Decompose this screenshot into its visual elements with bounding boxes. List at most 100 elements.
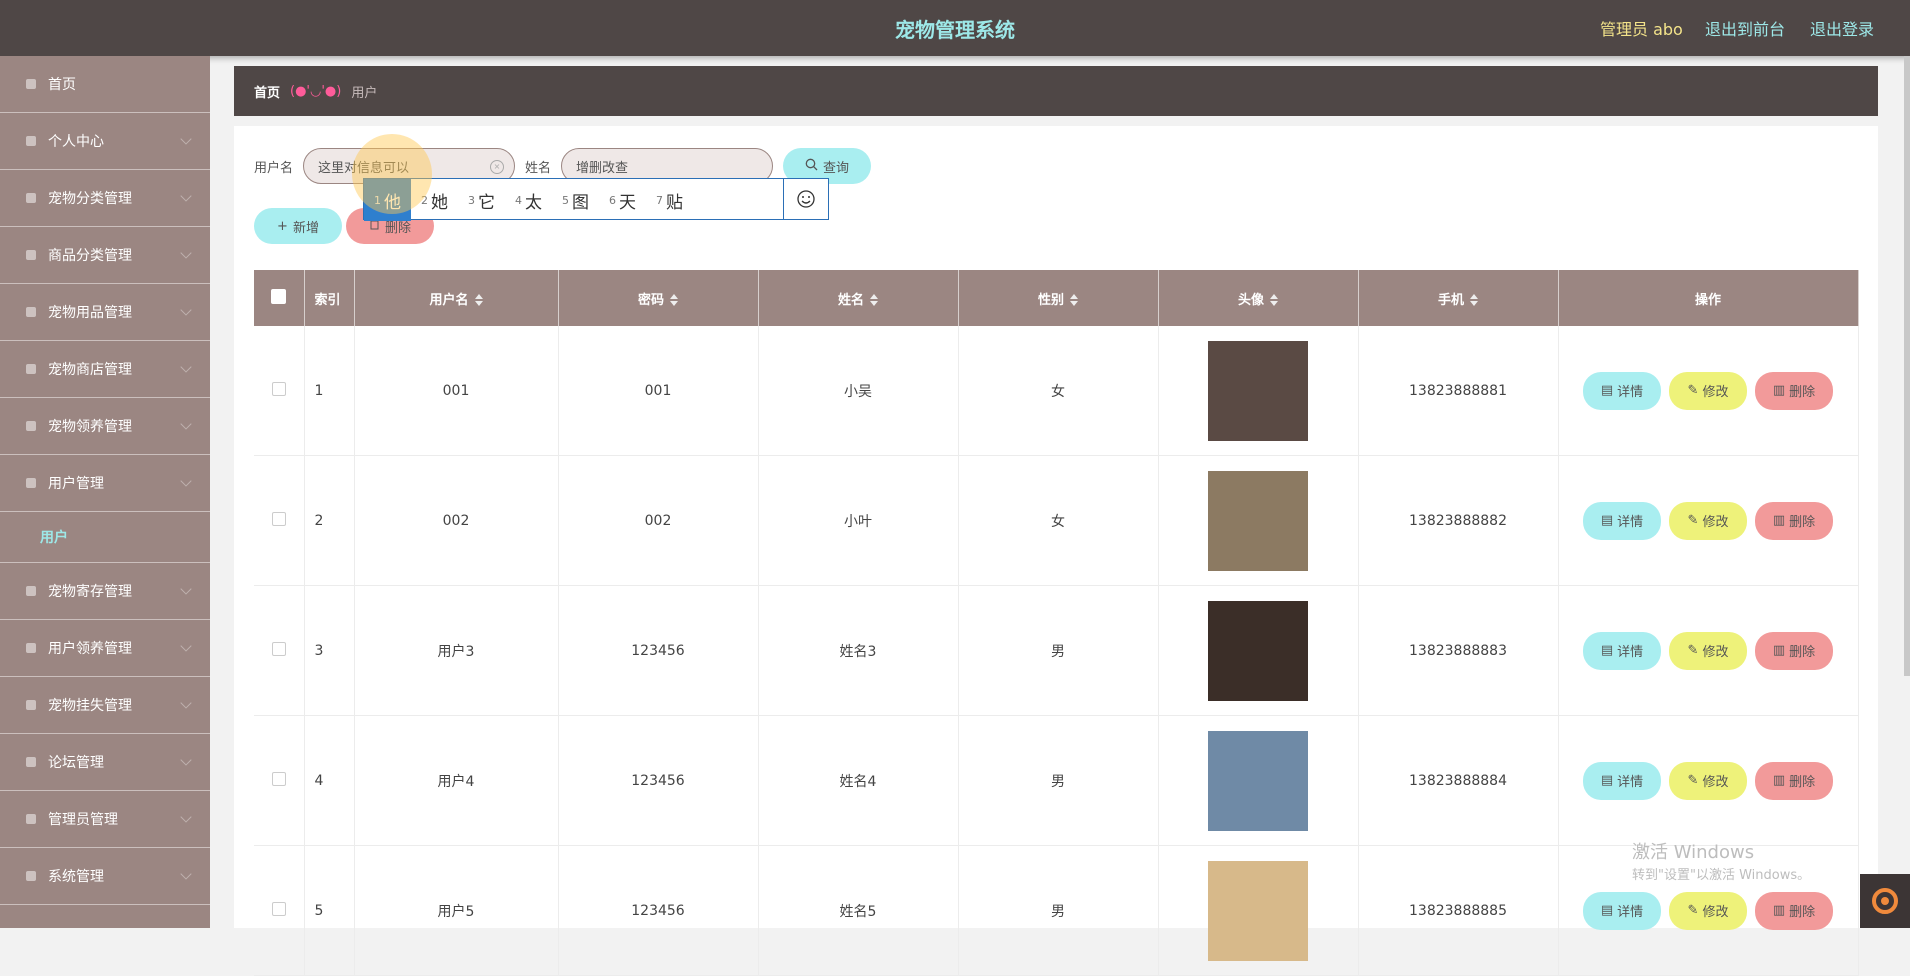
- edit-button[interactable]: ✎ 修改: [1669, 501, 1747, 540]
- trash-icon: ▥: [1772, 643, 1786, 658]
- column-header[interactable]: 头像: [1158, 270, 1359, 326]
- row-checkbox[interactable]: [254, 326, 305, 456]
- row-checkbox[interactable]: [254, 845, 305, 976]
- row-checkbox[interactable]: [254, 585, 305, 716]
- row-delete-button[interactable]: ▥ 删除: [1755, 371, 1833, 410]
- row-delete-button[interactable]: ▥ 删除: [1755, 891, 1833, 930]
- add-button[interactable]: + 新增: [254, 208, 342, 244]
- cell-actions: ▤ 详情 ✎ 修改 ▥ 删除: [1558, 455, 1859, 586]
- row-checkbox[interactable]: [254, 455, 305, 586]
- sidebar-item[interactable]: 管理员管理: [0, 791, 210, 848]
- sidebar-item[interactable]: 首页: [0, 56, 210, 113]
- sidebar-item[interactable]: 系统管理: [0, 848, 210, 905]
- scrollbar[interactable]: [1904, 56, 1910, 676]
- sidebar-item[interactable]: 宠物商店管理: [0, 341, 210, 398]
- column-header[interactable]: 性别: [958, 270, 1159, 326]
- sidebar-item[interactable]: 个人中心: [0, 113, 210, 170]
- cell-index: 5: [304, 845, 355, 976]
- edit-button[interactable]: ✎ 修改: [1669, 891, 1747, 930]
- column-header[interactable]: 密码: [558, 270, 759, 326]
- circle-icon: [24, 641, 38, 655]
- ime-candidate[interactable]: 3它: [458, 179, 505, 221]
- sort-icon[interactable]: [1470, 294, 1478, 306]
- detail-button[interactable]: ▤ 详情: [1583, 501, 1661, 540]
- cell-name: 小吴: [758, 326, 959, 456]
- send-icon: [24, 476, 38, 490]
- emoji-icon[interactable]: [783, 179, 828, 219]
- sort-icon[interactable]: [670, 294, 678, 306]
- ime-candidate-number: 3: [468, 193, 475, 207]
- sidebar-item[interactable]: 宠物用品管理: [0, 284, 210, 341]
- settings-gear-icon[interactable]: [1860, 874, 1910, 928]
- cell-name: 姓名4: [758, 715, 959, 846]
- chevron-down-icon: [180, 754, 192, 766]
- ime-candidate[interactable]: 4太: [505, 179, 552, 221]
- column-header[interactable]: 姓名: [758, 270, 959, 326]
- sort-icon[interactable]: [1070, 294, 1078, 306]
- detail-button[interactable]: ▤ 详情: [1583, 891, 1661, 930]
- edit-button[interactable]: ✎ 修改: [1669, 761, 1747, 800]
- sort-icon[interactable]: [1270, 294, 1278, 306]
- column-header[interactable]: 用户名: [354, 270, 559, 326]
- sidebar-item[interactable]: 宠物领养管理: [0, 398, 210, 455]
- select-all-checkbox[interactable]: [254, 270, 305, 326]
- detail-button[interactable]: ▤ 详情: [1583, 631, 1661, 670]
- message-icon: [24, 584, 38, 598]
- sidebar-subitem-user[interactable]: 用户: [0, 512, 210, 563]
- cell-actions: ▤ 详情 ✎ 修改 ▥ 删除: [1558, 326, 1859, 456]
- edit-button[interactable]: ✎ 修改: [1669, 371, 1747, 410]
- sidebar-item[interactable]: 论坛管理: [0, 734, 210, 791]
- cell-password: 123456: [558, 585, 759, 716]
- detail-button[interactable]: ▤ 详情: [1583, 371, 1661, 410]
- detail-button[interactable]: ▤ 详情: [1583, 761, 1661, 800]
- cell-actions: ▤ 详情 ✎ 修改 ▥ 删除: [1558, 585, 1859, 716]
- logout-link[interactable]: 退出登录: [1810, 16, 1874, 40]
- ime-candidate[interactable]: 5图: [552, 179, 599, 221]
- row-delete-button[interactable]: ▥ 删除: [1755, 761, 1833, 800]
- ime-candidate[interactable]: 1他: [364, 179, 411, 221]
- sidebar-item-label: 宠物领养管理: [48, 419, 132, 435]
- sidebar-item[interactable]: 宠物分类管理: [0, 170, 210, 227]
- row-delete-button[interactable]: ▥ 删除: [1755, 631, 1833, 670]
- sidebar-item-label: 宠物商店管理: [48, 362, 132, 378]
- document-icon: ▤: [1600, 513, 1614, 528]
- breadcrumb: 首页 (●'◡'●) 用户: [234, 66, 1878, 116]
- ime-candidate[interactable]: 2她: [411, 179, 458, 221]
- home-icon: [24, 77, 38, 91]
- chevron-down-icon: [180, 868, 192, 880]
- edit-button[interactable]: ✎ 修改: [1669, 631, 1747, 670]
- sort-icon[interactable]: [474, 294, 483, 306]
- top-bar: 宠物管理系统 管理员 abo 退出到前台 退出登录: [0, 0, 1910, 56]
- clear-icon[interactable]: ×: [490, 160, 505, 174]
- document-icon: ▤: [1600, 773, 1614, 788]
- sidebar-item[interactable]: 商品分类管理: [0, 227, 210, 284]
- sidebar-item[interactable]: 宠物寄存管理: [0, 563, 210, 620]
- ime-candidate-char: 他: [384, 192, 401, 213]
- search-icon: [805, 158, 818, 175]
- content-panel: 用户名 这里对信息可以 × 姓名 增删改查 查询 + 新增 删除 索引 用户名 …: [234, 126, 1878, 976]
- chevron-down-icon: [180, 811, 192, 823]
- row-delete-button[interactable]: ▥ 删除: [1755, 501, 1833, 540]
- sidebar-item-label: 宠物用品管理: [48, 305, 132, 321]
- chevron-down-icon: [180, 190, 192, 202]
- cell-username: 用户4: [354, 715, 559, 846]
- exit-to-front-link[interactable]: 退出到前台: [1705, 16, 1785, 40]
- sidebar-item[interactable]: 宠物挂失管理: [0, 677, 210, 734]
- sidebar-item[interactable]: 用户领养管理: [0, 620, 210, 677]
- sidebar-item[interactable]: 用户管理: [0, 455, 210, 512]
- ime-candidate[interactable]: 7贴: [646, 179, 693, 221]
- breadcrumb-home[interactable]: 首页: [254, 82, 280, 101]
- trash-icon: ▥: [1772, 903, 1786, 918]
- cell-username: 用户3: [354, 585, 559, 716]
- ime-candidate[interactable]: 6天: [599, 179, 646, 221]
- column-header[interactable]: 手机: [1358, 270, 1559, 326]
- sort-icon[interactable]: [870, 294, 878, 306]
- row-checkbox[interactable]: [254, 715, 305, 846]
- sidebar-item-label: 个人中心: [48, 134, 104, 150]
- chevron-down-icon: [180, 361, 192, 373]
- cell-phone: 13823888883: [1358, 585, 1559, 716]
- document-icon: ▤: [1600, 383, 1614, 398]
- cell-name: 小叶: [758, 455, 959, 586]
- avatar: [1208, 860, 1308, 961]
- cell-phone: 13823888881: [1358, 326, 1559, 456]
